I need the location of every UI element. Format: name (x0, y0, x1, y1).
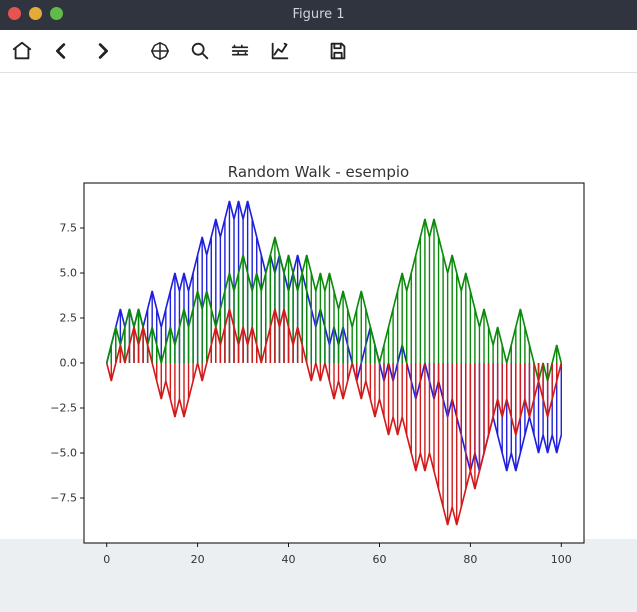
y-tick-label: −7.5 (37, 492, 77, 505)
plot-toolbar (0, 30, 637, 73)
forward-button[interactable] (88, 37, 116, 65)
y-tick-label: −2.5 (37, 402, 77, 415)
minimize-icon[interactable] (29, 7, 42, 20)
pan-button[interactable] (146, 37, 174, 65)
chart-svg (0, 73, 637, 612)
y-tick-label: 2.5 (37, 312, 77, 325)
subplots-button[interactable] (226, 37, 254, 65)
close-icon[interactable] (8, 7, 21, 20)
figure-window: Figure 1 Random Walk - esempio 020406080… (0, 0, 637, 539)
home-button[interactable] (8, 37, 36, 65)
x-tick-label: 40 (282, 553, 296, 566)
maximize-icon[interactable] (50, 7, 63, 20)
y-tick-label: 5.0 (37, 267, 77, 280)
y-tick-label: 0.0 (37, 357, 77, 370)
x-ticks (107, 543, 562, 547)
x-tick-label: 20 (191, 553, 205, 566)
plot-canvas: Random Walk - esempio 020406080100−7.5−5… (0, 73, 637, 539)
x-tick-label: 80 (463, 553, 477, 566)
window-title: Figure 1 (0, 0, 637, 30)
axes-button[interactable] (266, 37, 294, 65)
y-ticks (80, 228, 84, 498)
x-tick-label: 60 (372, 553, 386, 566)
x-tick-label: 100 (551, 553, 572, 566)
y-tick-label: −5.0 (37, 447, 77, 460)
y-tick-label: 7.5 (37, 222, 77, 235)
zoom-button[interactable] (186, 37, 214, 65)
window-titlebar: Figure 1 (0, 0, 637, 30)
window-controls (8, 7, 63, 20)
save-button[interactable] (324, 37, 352, 65)
back-button[interactable] (48, 37, 76, 65)
x-tick-label: 0 (103, 553, 110, 566)
